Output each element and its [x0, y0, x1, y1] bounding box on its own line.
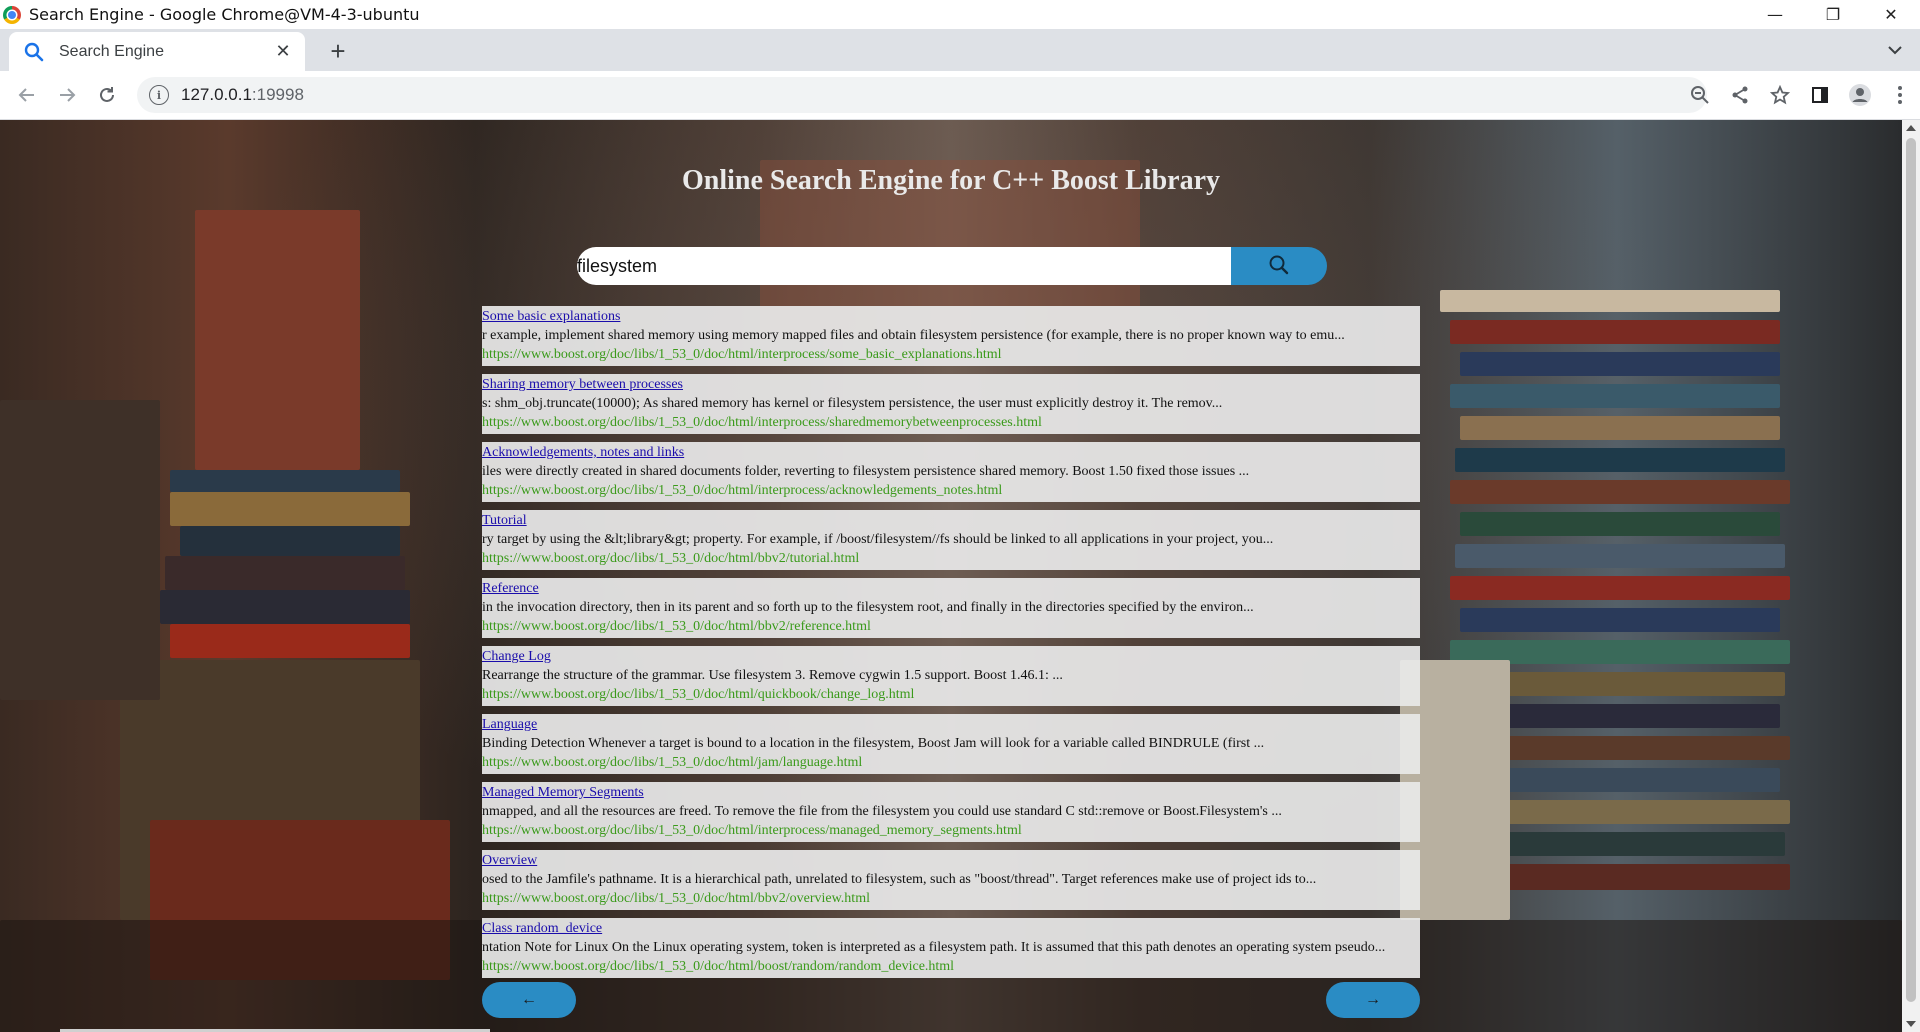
- tab-search-menu-icon[interactable]: [1884, 39, 1906, 61]
- search-icon: [23, 41, 45, 63]
- result-description: iles were directly created in shared doc…: [482, 464, 1250, 479]
- result-title-link[interactable]: Reference: [482, 579, 1420, 598]
- scroll-up-icon[interactable]: [1906, 125, 1916, 131]
- result-item: Tutorial ry target by using the &lt;libr…: [482, 510, 1420, 570]
- result-description: Binding Detection Whenever a target is b…: [482, 736, 1265, 751]
- result-item: Acknowledgements, notes and links iles w…: [482, 442, 1420, 502]
- search-box: [577, 247, 1327, 285]
- result-url: https://www.boost.org/doc/libs/1_53_0/do…: [482, 483, 1003, 498]
- results-list: Some basic explanations r example, imple…: [482, 306, 1420, 986]
- tab-strip: Search Engine ✕ +: [0, 29, 1920, 71]
- result-url: https://www.boost.org/doc/libs/1_53_0/do…: [482, 551, 860, 566]
- result-description: in the invocation directory, then in its…: [482, 600, 1254, 615]
- toolbar-right-actions: [1680, 77, 1920, 113]
- url-text: 127.0.0.1:19998: [181, 85, 304, 104]
- address-bar[interactable]: i 127.0.0.1:19998: [137, 77, 1707, 113]
- result-title-link[interactable]: Overview: [482, 851, 1420, 870]
- result-item: Reference in the invocation directory, t…: [482, 578, 1420, 638]
- window-title: Search Engine - Google Chrome@VM-4-3-ubu…: [29, 5, 420, 24]
- result-url: https://www.boost.org/doc/libs/1_53_0/do…: [482, 619, 871, 634]
- minimize-button[interactable]: —: [1746, 0, 1804, 29]
- bookmark-star-icon[interactable]: [1760, 77, 1800, 113]
- page-title: Online Search Engine for C++ Boost Libra…: [681, 165, 1220, 196]
- result-item: Some basic explanations r example, imple…: [482, 306, 1420, 366]
- chrome-logo-icon: [3, 5, 21, 24]
- profile-icon[interactable]: [1840, 77, 1880, 113]
- result-description: ntation Note for Linux On the Linux oper…: [482, 940, 1386, 955]
- result-title-link[interactable]: Acknowledgements, notes and links: [482, 443, 1420, 462]
- search-button[interactable]: [1231, 247, 1327, 285]
- result-url: https://www.boost.org/doc/libs/1_53_0/do…: [482, 415, 1042, 430]
- share-icon[interactable]: [1720, 77, 1760, 113]
- result-description: ry target by using the &lt;library&gt; p…: [482, 532, 1274, 547]
- side-panel-icon[interactable]: [1800, 77, 1840, 113]
- result-description: Rearrange the structure of the grammar. …: [482, 668, 1063, 683]
- page-viewport: Online Search Engine for C++ Boost Libra…: [0, 120, 1902, 1032]
- forward-icon[interactable]: [53, 81, 81, 109]
- scrollbar-thumb[interactable]: [1906, 138, 1916, 1002]
- back-icon[interactable]: [13, 81, 41, 109]
- search-input[interactable]: [577, 247, 1231, 285]
- result-description: s: shm_obj.truncate(10000); As shared me…: [482, 396, 1223, 411]
- result-item: Language Binding Detection Whenever a ta…: [482, 714, 1420, 774]
- result-description: nmapped, and all the resources are freed…: [482, 804, 1282, 819]
- tab-search-engine[interactable]: Search Engine ✕: [9, 32, 305, 71]
- close-window-button[interactable]: ✕: [1862, 0, 1920, 29]
- search-icon: [1268, 254, 1290, 279]
- prev-page-button[interactable]: ←: [482, 982, 576, 1018]
- zoom-icon[interactable]: [1680, 77, 1720, 113]
- restore-button[interactable]: ❐: [1804, 0, 1862, 29]
- result-title-link[interactable]: Managed Memory Segments: [482, 783, 1420, 802]
- result-item: Sharing memory between processes s: shm_…: [482, 374, 1420, 434]
- result-url: https://www.boost.org/doc/libs/1_53_0/do…: [482, 347, 1002, 362]
- result-title-link[interactable]: Change Log: [482, 647, 1420, 666]
- menu-icon[interactable]: [1880, 77, 1920, 113]
- result-url: https://www.boost.org/doc/libs/1_53_0/do…: [482, 755, 863, 770]
- result-title-link[interactable]: Sharing memory between processes: [482, 375, 1420, 394]
- pagination: ← →: [482, 982, 1420, 1018]
- result-item: Change Log Rearrange the structure of th…: [482, 646, 1420, 706]
- result-url: https://www.boost.org/doc/libs/1_53_0/do…: [482, 823, 1022, 838]
- reload-icon[interactable]: [93, 81, 121, 109]
- window-controls: — ❐ ✕: [1746, 0, 1920, 29]
- next-page-button[interactable]: →: [1326, 982, 1420, 1018]
- result-title-link[interactable]: Some basic explanations: [482, 307, 1420, 326]
- tab-title: Search Engine: [59, 42, 164, 60]
- window-title-bar: Search Engine - Google Chrome@VM-4-3-ubu…: [0, 0, 1920, 29]
- browser-toolbar: i 127.0.0.1:19998: [0, 71, 1920, 120]
- result-item: Class random_device ntation Note for Lin…: [482, 918, 1420, 978]
- vertical-scrollbar[interactable]: [1902, 120, 1920, 1032]
- info-icon[interactable]: i: [149, 85, 169, 105]
- result-url: https://www.boost.org/doc/libs/1_53_0/do…: [482, 687, 915, 702]
- result-title-link[interactable]: Class random_device: [482, 919, 1420, 938]
- result-description: osed to the Jamfile's pathname. It is a …: [482, 872, 1317, 887]
- result-item: Overview osed to the Jamfile's pathname.…: [482, 850, 1420, 910]
- result-description: r example, implement shared memory using…: [482, 328, 1345, 343]
- result-title-link[interactable]: Tutorial: [482, 511, 1420, 530]
- result-title-link[interactable]: Language: [482, 715, 1420, 734]
- result-url: https://www.boost.org/doc/libs/1_53_0/do…: [482, 959, 955, 974]
- scroll-down-icon[interactable]: [1906, 1021, 1916, 1027]
- new-tab-button[interactable]: +: [323, 36, 353, 66]
- result-url: https://www.boost.org/doc/libs/1_53_0/do…: [482, 891, 870, 906]
- tab-close-button[interactable]: ✕: [271, 40, 295, 64]
- result-item: Managed Memory Segments nmapped, and all…: [482, 782, 1420, 842]
